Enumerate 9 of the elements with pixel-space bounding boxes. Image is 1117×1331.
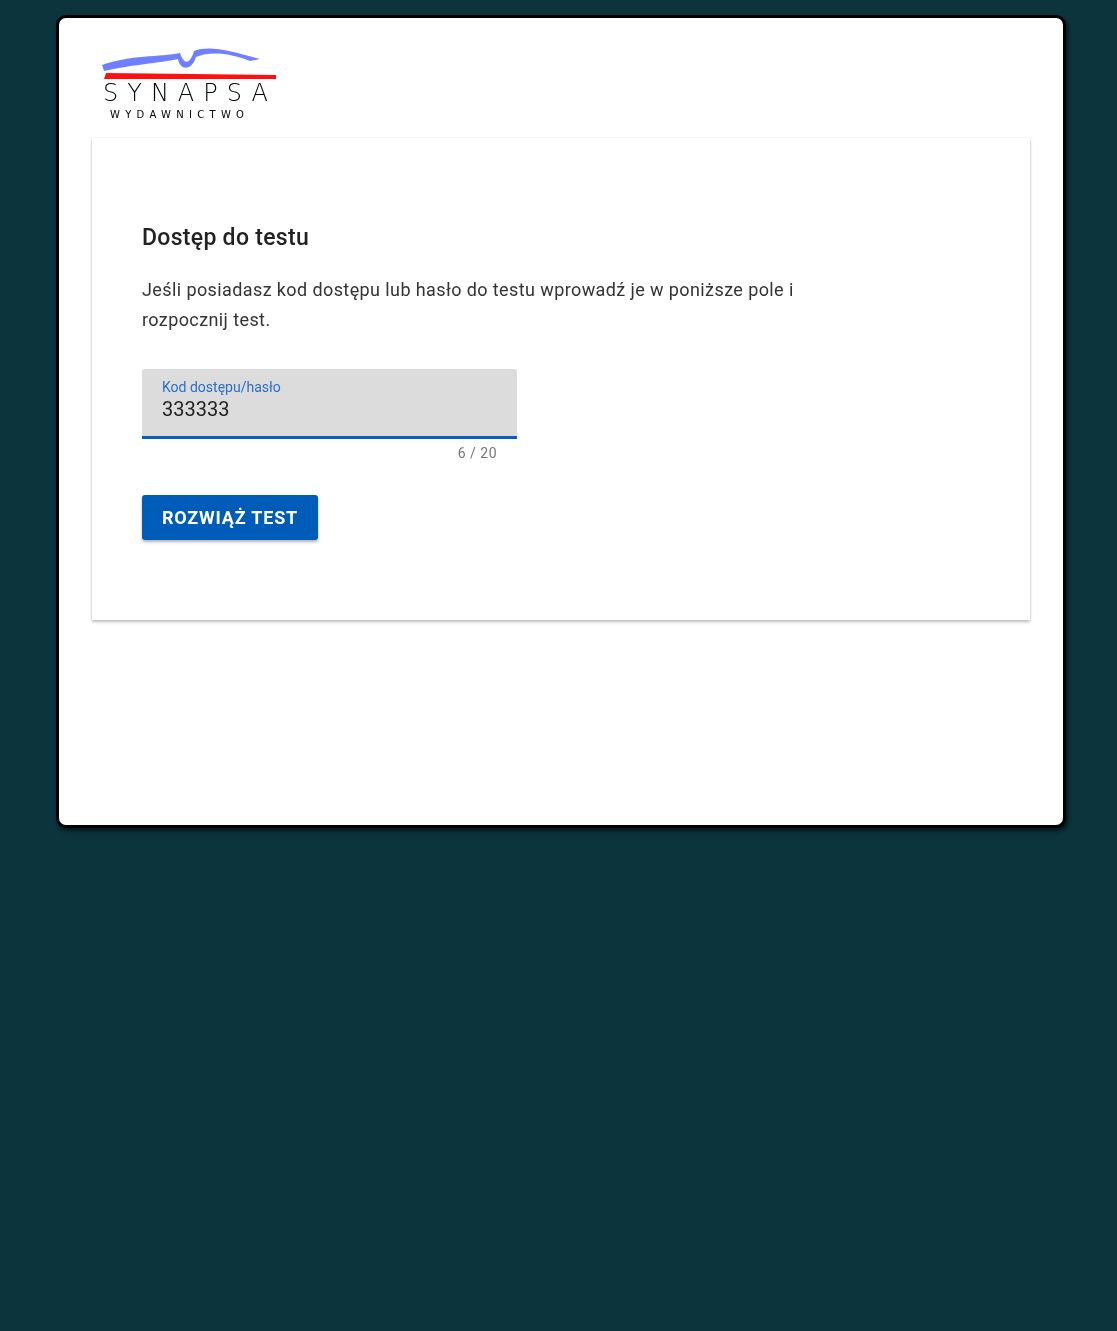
logo-subtitle: WYDAWNICTWO	[110, 109, 250, 120]
character-counter: 6 / 20	[456, 445, 497, 461]
start-test-button[interactable]: ROZWIĄŻ TEST	[142, 495, 318, 540]
field-label: Kod dostępu/hasło	[162, 379, 282, 395]
access-code-input[interactable]: 333333	[162, 397, 497, 421]
logo-name: SYNAPSA	[103, 81, 277, 105]
access-code-field[interactable]: Kod dostępu/hasło 333333	[142, 369, 517, 439]
card-title: Dostęp do testu	[142, 224, 311, 251]
card-description: Jeśli posiadasz kod dostępu lub hasło do testu wprowadź je w poniższe pole i rozpocznij test.	[142, 278, 795, 332]
